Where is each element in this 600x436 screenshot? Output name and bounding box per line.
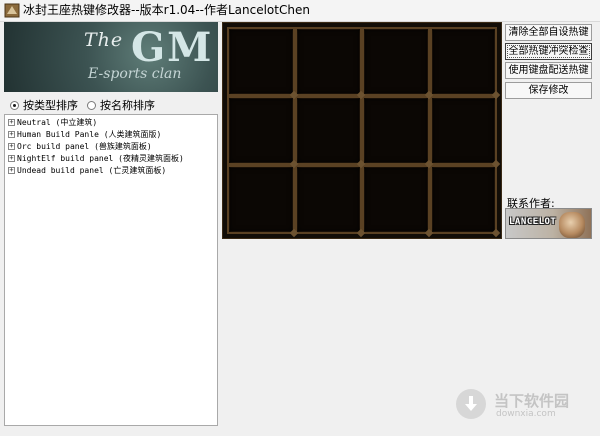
command-slot[interactable] xyxy=(294,27,362,96)
author-avatar-button[interactable]: LANCELOT xyxy=(505,208,592,239)
command-slot[interactable] xyxy=(362,96,430,165)
hotkey-command-grid xyxy=(222,22,502,239)
command-slot[interactable] xyxy=(362,165,430,234)
title-bar: 冰封王座热键修改器--版本r1.04--作者LancelotChen xyxy=(0,0,600,22)
window-title: 冰封王座热键修改器--版本r1.04--作者LancelotChen xyxy=(23,3,310,17)
tree-item-label: Neutral (中立建筑) xyxy=(17,118,98,127)
logo-subtitle: E-sports clan xyxy=(88,66,182,82)
radio-selected-icon xyxy=(10,100,19,110)
tree-item-human[interactable]: + Human Build Panle (人类建筑面版) xyxy=(5,129,217,140)
command-slot[interactable] xyxy=(429,27,497,96)
watermark-title: 当下软件园 xyxy=(494,392,570,410)
logo-the-text: The xyxy=(84,29,124,51)
command-slot[interactable] xyxy=(294,96,362,165)
tree-item-label: Human Build Panle (人类建筑面版) xyxy=(17,130,162,139)
tree-item-label: Undead build panel (亡灵建筑面板) xyxy=(17,166,167,175)
avatar-name-text: LANCELOT xyxy=(509,217,557,227)
expand-icon[interactable]: + xyxy=(8,167,15,174)
sort-options: 按类型排序 按名称排序 xyxy=(4,95,218,113)
logo-gm-text: GM xyxy=(131,24,214,71)
tree-item-neutral[interactable]: + Neutral (中立建筑) xyxy=(5,117,217,128)
check-conflicts-button[interactable]: 全部热键冲突检查 xyxy=(505,43,592,60)
gm-logo-banner: The GM E-sports clan xyxy=(4,22,218,92)
expand-icon[interactable]: + xyxy=(8,119,15,126)
keyboard-layout-button[interactable]: 使用键盘配送热键 xyxy=(505,62,592,79)
tree-item-label: Orc build panel (兽族建筑面板) xyxy=(17,142,152,151)
tree-item-label: NightElf build panel (夜精灵建筑面板) xyxy=(17,154,184,163)
tree-item-undead[interactable]: + Undead build panel (亡灵建筑面板) xyxy=(5,165,217,176)
sort-by-name-label: 按名称排序 xyxy=(100,99,155,112)
command-slot[interactable] xyxy=(362,27,430,96)
expand-icon[interactable]: + xyxy=(8,155,15,162)
radio-unselected-icon xyxy=(87,100,96,110)
download-icon xyxy=(456,389,486,419)
tree-item-orc[interactable]: + Orc build panel (兽族建筑面板) xyxy=(5,141,217,152)
save-button[interactable]: 保存修改 xyxy=(505,82,592,99)
tree-item-nightelf[interactable]: + NightElf build panel (夜精灵建筑面板) xyxy=(5,153,217,164)
command-slot[interactable] xyxy=(227,165,295,234)
command-slot[interactable] xyxy=(429,96,497,165)
command-slot[interactable] xyxy=(429,165,497,234)
sort-by-type-radio[interactable]: 按类型排序 xyxy=(10,97,78,113)
command-slot[interactable] xyxy=(227,96,295,165)
expand-icon[interactable]: + xyxy=(8,131,15,138)
watermark-url: downxia.com xyxy=(496,409,556,419)
left-panel: The GM E-sports clan 按类型排序 按名称排序 + Neutr… xyxy=(4,22,218,428)
sort-by-type-label: 按类型排序 xyxy=(23,99,78,112)
sort-by-name-radio[interactable]: 按名称排序 xyxy=(87,97,155,113)
author-portrait-icon xyxy=(559,212,585,238)
app-icon xyxy=(4,3,20,18)
clear-hotkeys-button[interactable]: 清除全部自设热键 xyxy=(505,24,592,41)
watermark: 当下软件园 downxia.com xyxy=(456,387,596,423)
command-slot[interactable] xyxy=(294,165,362,234)
command-slot[interactable] xyxy=(227,27,295,96)
build-panel-tree[interactable]: + Neutral (中立建筑) + Human Build Panle (人类… xyxy=(4,114,218,426)
expand-icon[interactable]: + xyxy=(8,143,15,150)
